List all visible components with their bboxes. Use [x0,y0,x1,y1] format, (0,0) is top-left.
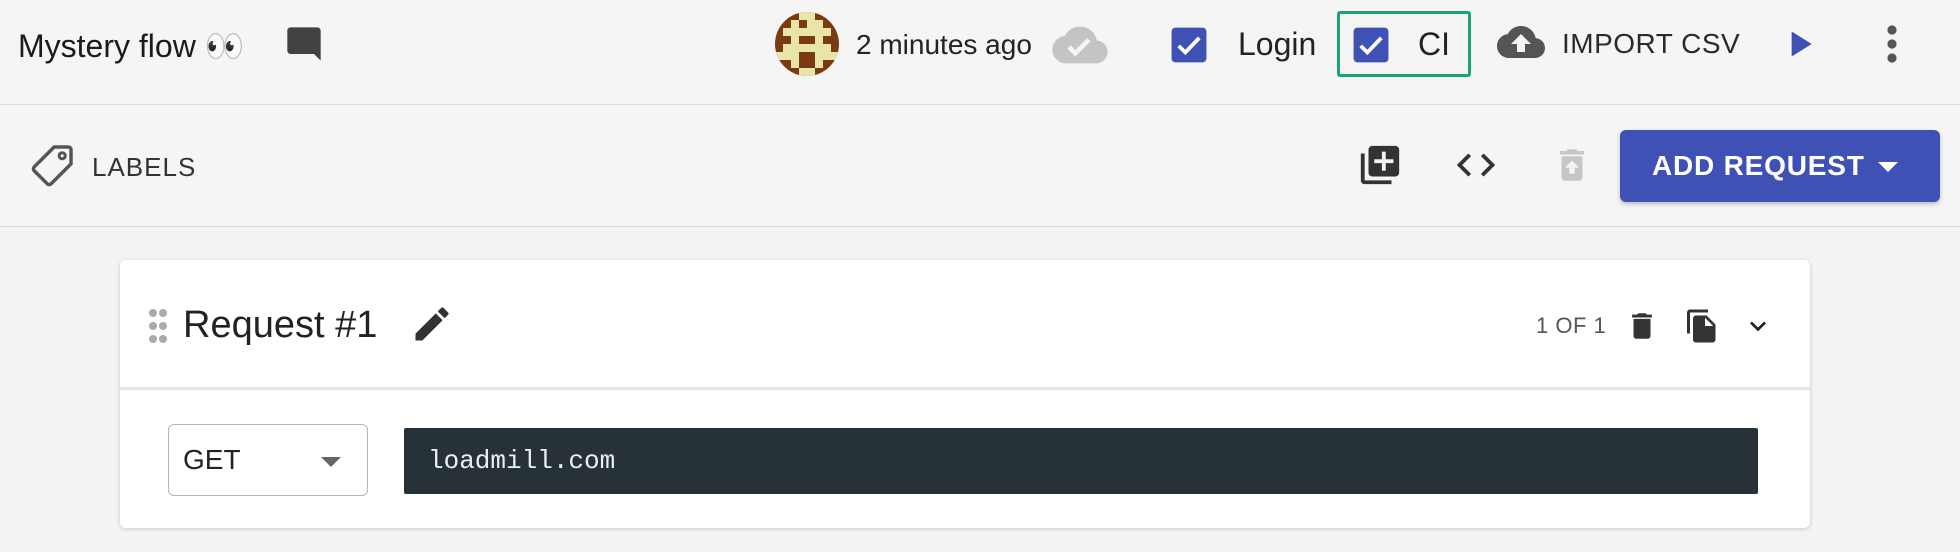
ci-label[interactable]: CI [1418,23,1450,65]
last-saved-time: 2 minutes ago [856,29,1032,60]
delete-restore-icon [1546,139,1598,191]
comment-icon[interactable] [280,20,328,68]
method-value: GET [183,444,241,475]
labels-button[interactable]: LABELS [30,141,196,193]
pencil-icon[interactable] [410,302,458,350]
code-icon[interactable] [1450,139,1502,191]
import-csv-label: IMPORT CSV [1562,28,1741,59]
top-bar: Mystery flow 👀 2 minutes ago Login CI IM… [0,0,1960,105]
copy-file-icon[interactable] [1680,304,1724,348]
login-label[interactable]: Login [1238,23,1316,65]
trash-icon[interactable] [1620,304,1664,348]
play-icon[interactable] [1780,24,1820,64]
request-count: 1 OF 1 [1536,313,1607,338]
ci-checkbox[interactable] [1352,26,1390,64]
drag-handle-icon[interactable] [148,308,168,344]
import-csv-button[interactable]: IMPORT CSV [1496,20,1740,68]
add-request-button[interactable]: ADD REQUEST [1620,130,1940,202]
labels-label: LABELS [92,151,197,182]
more-vert-icon[interactable] [1872,20,1912,68]
chevron-down-icon[interactable] [1878,162,1898,172]
flow-toolbar: LABELS ADD REQUEST [0,105,1960,227]
chevron-down-icon[interactable] [1736,304,1780,348]
url-input[interactable] [404,428,1758,494]
login-checkbox[interactable] [1170,26,1208,64]
cloud-done-icon [1052,22,1108,68]
label-outline-icon [30,142,76,193]
request-title: Request #1 [183,304,378,346]
chevron-down-icon [321,457,341,467]
cloud-upload-icon [1496,22,1546,67]
add-request-label: ADD REQUEST [1652,150,1865,181]
request-card-header[interactable]: Request #1 1 OF 1 [120,260,1810,390]
library-add-icon[interactable] [1354,139,1406,191]
request-card: Request #1 1 OF 1 GET [120,260,1810,528]
avatar[interactable] [775,12,839,76]
flow-title[interactable]: Mystery flow 👀 [18,24,245,68]
method-select[interactable]: GET [168,424,368,496]
